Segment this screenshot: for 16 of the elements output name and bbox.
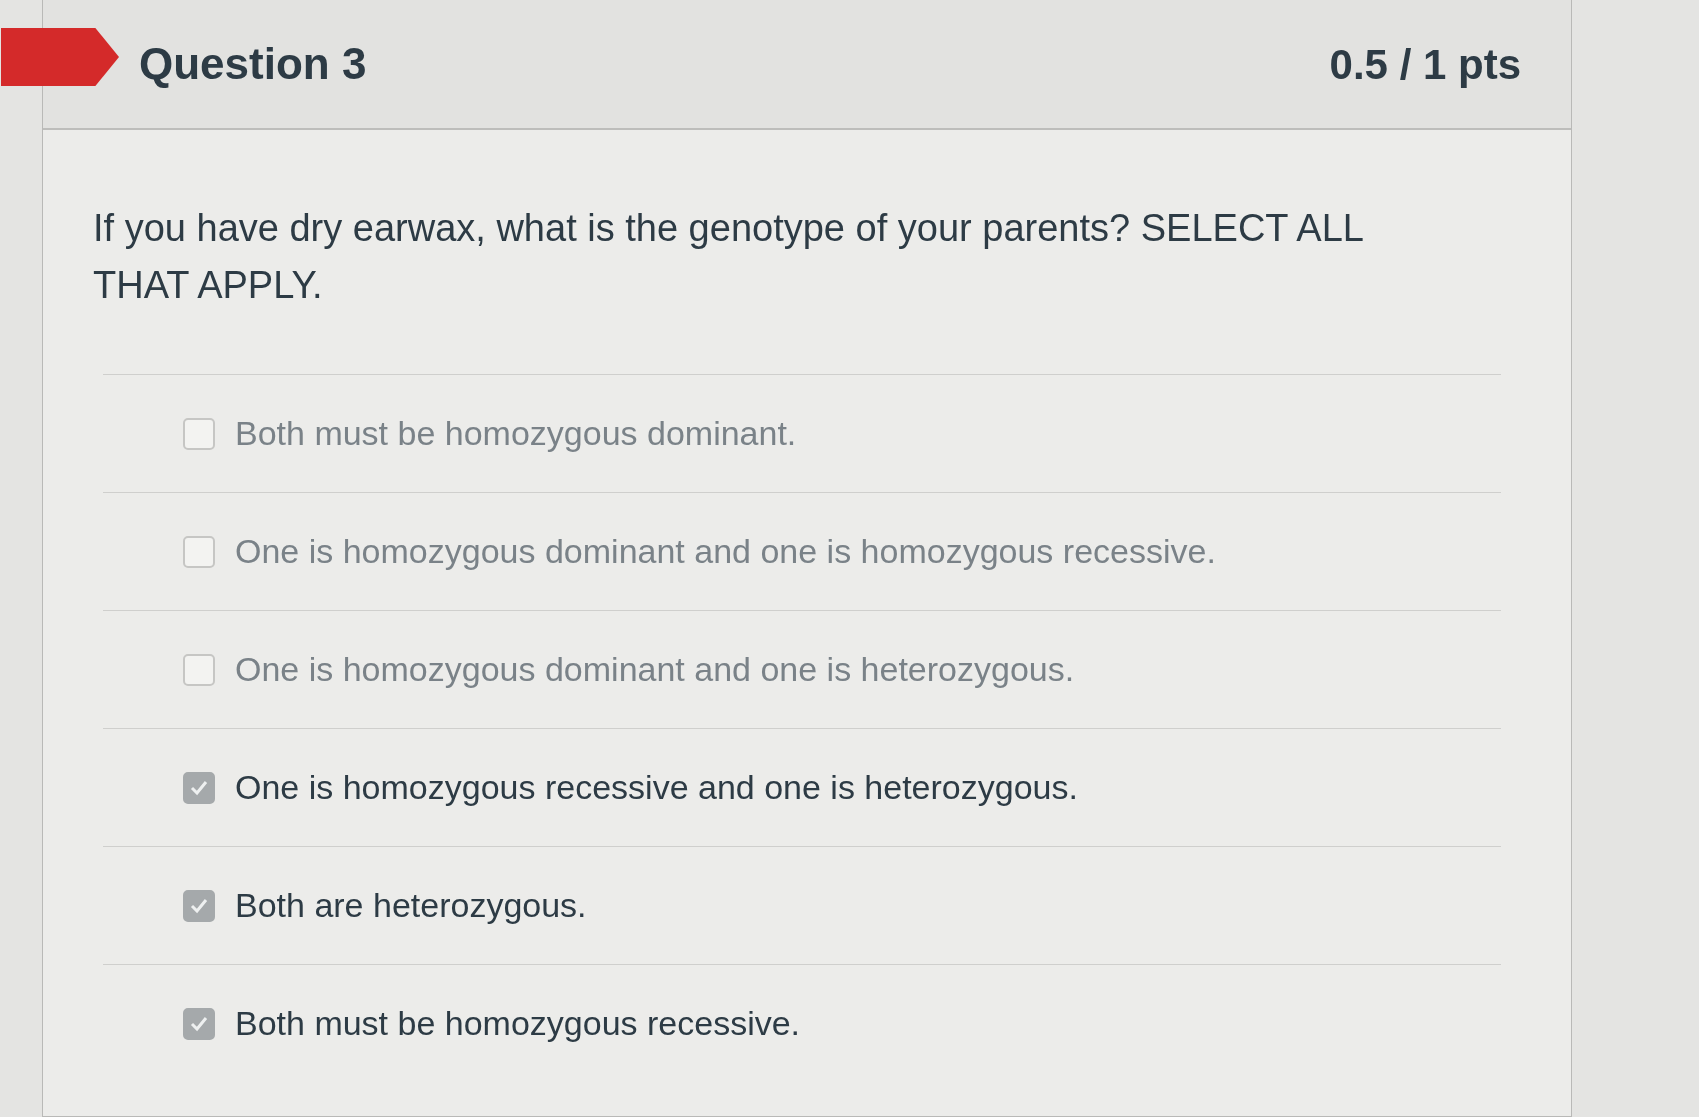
checkbox[interactable] xyxy=(183,535,215,568)
checkbox[interactable] xyxy=(183,889,215,922)
flag-icon xyxy=(1,28,119,86)
answer-label: One is homozygous dominant and one is heterozygous. xyxy=(235,649,1075,690)
checkbox[interactable] xyxy=(183,653,215,686)
question-text: If you have dry earwax, what is the genotype of your parents? SELECT ALL THAT APPLY. xyxy=(92,206,1364,308)
question-title: Question 3 xyxy=(139,38,367,90)
answer-label: One is homozygous recessive and one is heterozygous. xyxy=(235,767,1078,808)
checkbox[interactable] xyxy=(183,417,215,450)
answer-label: Both must be homozygous dominant. xyxy=(235,413,797,454)
answer-label: Both must be homozygous recessive. xyxy=(235,1003,801,1044)
answer-label: Both are heterozygous. xyxy=(235,885,587,926)
answer-label: One is homozygous dominant and one is homozygous recessive. xyxy=(235,531,1216,572)
checkbox[interactable] xyxy=(183,771,215,804)
points-label: 0.5 / 1 pts xyxy=(1329,39,1521,90)
checkbox[interactable] xyxy=(183,1007,215,1040)
